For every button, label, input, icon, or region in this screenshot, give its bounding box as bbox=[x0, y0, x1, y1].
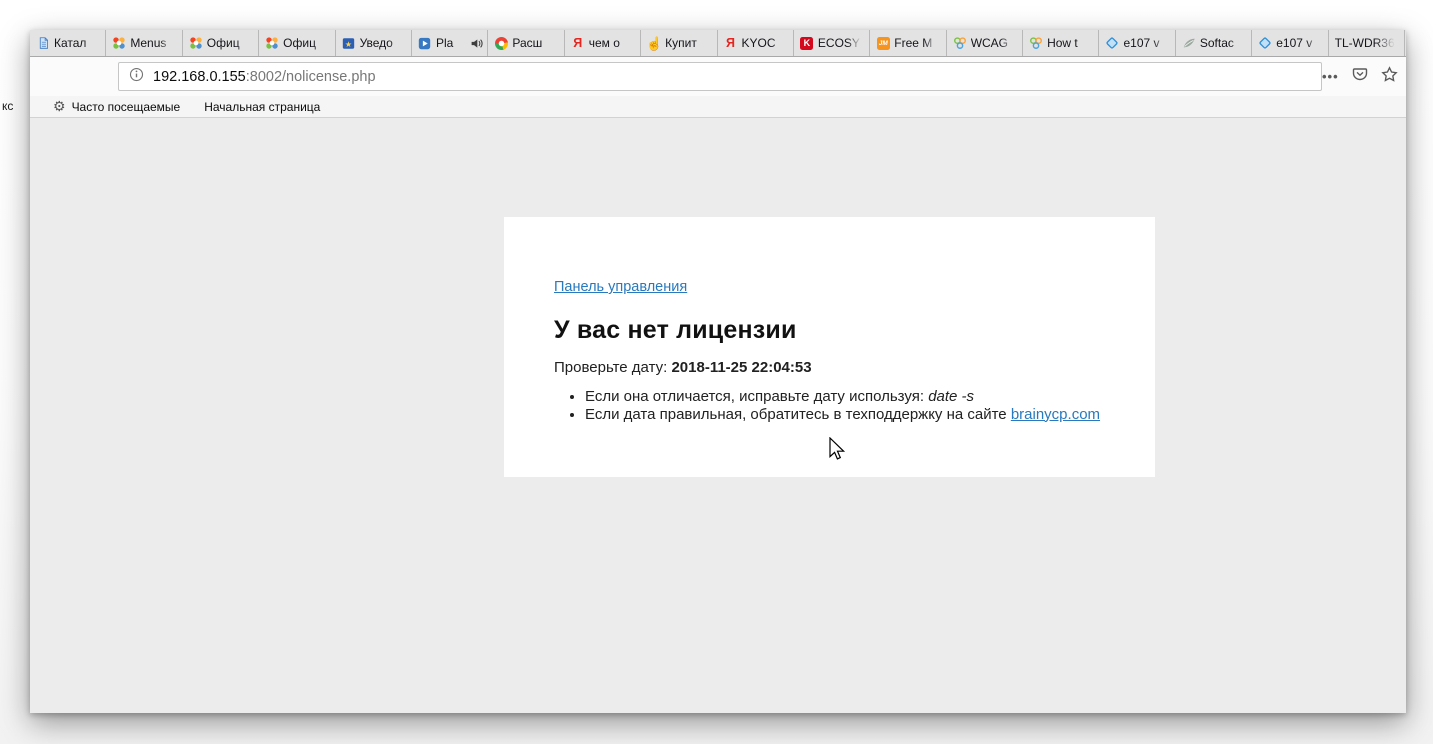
tab-audio-icon[interactable] bbox=[470, 37, 483, 50]
tab-label: e107 v bbox=[1123, 36, 1170, 50]
tab-label: Расш bbox=[512, 36, 559, 50]
browser-tab[interactable]: Катал bbox=[30, 30, 106, 56]
background-bookmark-fragment: кс bbox=[2, 99, 13, 113]
browser-tab[interactable]: Softac bbox=[1176, 30, 1252, 56]
browser-tab[interactable]: Я KYOC bbox=[718, 30, 794, 56]
list-item: Если дата правильная, обратитесь в техпо… bbox=[585, 406, 1105, 424]
hand-icon: ☝ bbox=[647, 36, 661, 50]
tab-label: Офиц bbox=[283, 36, 330, 50]
joomla-icon bbox=[265, 36, 279, 50]
tab-label: Катал bbox=[54, 36, 101, 50]
browser-tab[interactable]: How t bbox=[1023, 30, 1099, 56]
e107-icon bbox=[1105, 36, 1119, 50]
site-info-icon[interactable] bbox=[129, 67, 144, 87]
instructions-list: Если она отличается, исправьте дату испо… bbox=[554, 388, 1105, 423]
url-path: :8002/nolicense.php bbox=[246, 69, 376, 85]
browser-tab[interactable]: Menus bbox=[106, 30, 182, 56]
bookmark-item[interactable]: ⚙ Часто посещаемые bbox=[53, 99, 180, 114]
browser-tab[interactable]: TL-WDR36 bbox=[1329, 30, 1405, 56]
navigation-toolbar: 192.168.0.155:8002/nolicense.php ••• bbox=[30, 57, 1406, 96]
tab-label: Купит bbox=[665, 36, 712, 50]
tab-label: Free M bbox=[894, 36, 941, 50]
browser-tab[interactable]: Pla bbox=[412, 30, 488, 56]
badge-blue-icon: ★ bbox=[342, 36, 356, 50]
browser-window: Катал Menus Офиц Офиц ★ Уведо Pla Расш Ячем о ☝ Ку… bbox=[30, 30, 1406, 713]
yandex-icon: Я bbox=[724, 36, 738, 50]
tab-label: Офиц bbox=[207, 36, 254, 50]
yandex-icon: Я bbox=[571, 36, 585, 50]
gear-icon: ⚙ bbox=[53, 99, 66, 114]
joomla-icon bbox=[112, 36, 126, 50]
brainycp-link[interactable]: brainycp.com bbox=[1011, 406, 1100, 423]
url-bar[interactable]: 192.168.0.155:8002/nolicense.php bbox=[118, 62, 1322, 91]
url-text[interactable]: 192.168.0.155:8002/nolicense.php bbox=[153, 68, 376, 86]
joomla-icon bbox=[189, 36, 203, 50]
tab-label: Уведо bbox=[360, 36, 407, 50]
browser-tab[interactable]: ★ Уведо bbox=[336, 30, 412, 56]
bookmark-item[interactable]: Начальная страница bbox=[198, 100, 320, 114]
browser-tab[interactable]: WCAG bbox=[947, 30, 1023, 56]
control-panel-link[interactable]: Панель управления bbox=[554, 279, 687, 295]
bookmark-label: Часто посещаемые bbox=[72, 100, 181, 114]
browser-tab[interactable]: e107 v bbox=[1099, 30, 1175, 56]
jm-icon: JM bbox=[876, 36, 890, 50]
tab-label: WCAG bbox=[971, 36, 1018, 50]
kyocera-icon: K bbox=[800, 36, 814, 50]
tab-label: Softac bbox=[1200, 36, 1247, 50]
page-content: Панель управления У вас нет лицензии Про… bbox=[30, 118, 1406, 713]
play-icon bbox=[418, 36, 432, 50]
tab-label: ECOSY bbox=[818, 36, 865, 50]
bookmark-label: Начальная страница bbox=[204, 100, 320, 114]
check-date-line: Проверьте дату: 2018-11-25 22:04:53 bbox=[554, 359, 1105, 376]
browser-tab[interactable]: Офиц bbox=[259, 30, 335, 56]
license-error-card: Панель управления У вас нет лицензии Про… bbox=[504, 217, 1155, 477]
browser-tab[interactable]: e107 v bbox=[1252, 30, 1328, 56]
tab-label: e107 v bbox=[1276, 36, 1323, 50]
browser-tab[interactable]: ☝ Купит bbox=[641, 30, 717, 56]
list-item: Если она отличается, исправьте дату испо… bbox=[585, 388, 1105, 406]
date-value: 2018-11-25 22:04:53 bbox=[671, 359, 811, 376]
e107-icon bbox=[1258, 36, 1272, 50]
page-blue-icon bbox=[36, 36, 50, 50]
url-host: 192.168.0.155 bbox=[153, 69, 246, 85]
tab-strip: Катал Menus Офиц Офиц ★ Уведо Pla Расш Ячем о ☝ Ку… bbox=[30, 30, 1406, 57]
bookmark-star-icon[interactable] bbox=[1381, 66, 1398, 88]
date-command: date -s bbox=[928, 388, 974, 405]
softaculous-icon bbox=[1182, 36, 1196, 50]
tab-label: Pla bbox=[436, 36, 466, 50]
tab-label: KYOC bbox=[742, 36, 789, 50]
page-actions-icon[interactable]: ••• bbox=[1322, 69, 1339, 84]
tab-label: TL-WDR36 bbox=[1335, 36, 1400, 50]
tri-circles-icon bbox=[953, 36, 967, 50]
browser-tab[interactable]: K ECOSY bbox=[794, 30, 870, 56]
page-title: У вас нет лицензии bbox=[554, 316, 1105, 345]
pocket-icon[interactable] bbox=[1352, 66, 1368, 87]
browser-tab[interactable]: Ячем о bbox=[565, 30, 641, 56]
bookmarks-toolbar: ⚙ Часто посещаемые Начальная страница bbox=[30, 96, 1406, 118]
tab-label: Menus bbox=[130, 36, 177, 50]
browser-tab[interactable]: Офиц bbox=[183, 30, 259, 56]
browser-tab[interactable]: JM Free M bbox=[870, 30, 946, 56]
colorball-icon bbox=[494, 36, 508, 50]
tab-label: How t bbox=[1047, 36, 1094, 50]
browser-tab[interactable]: Расш bbox=[488, 30, 564, 56]
tri-circles-icon bbox=[1029, 36, 1043, 50]
svg-text:★: ★ bbox=[345, 39, 352, 48]
tab-label: чем о bbox=[589, 36, 636, 50]
